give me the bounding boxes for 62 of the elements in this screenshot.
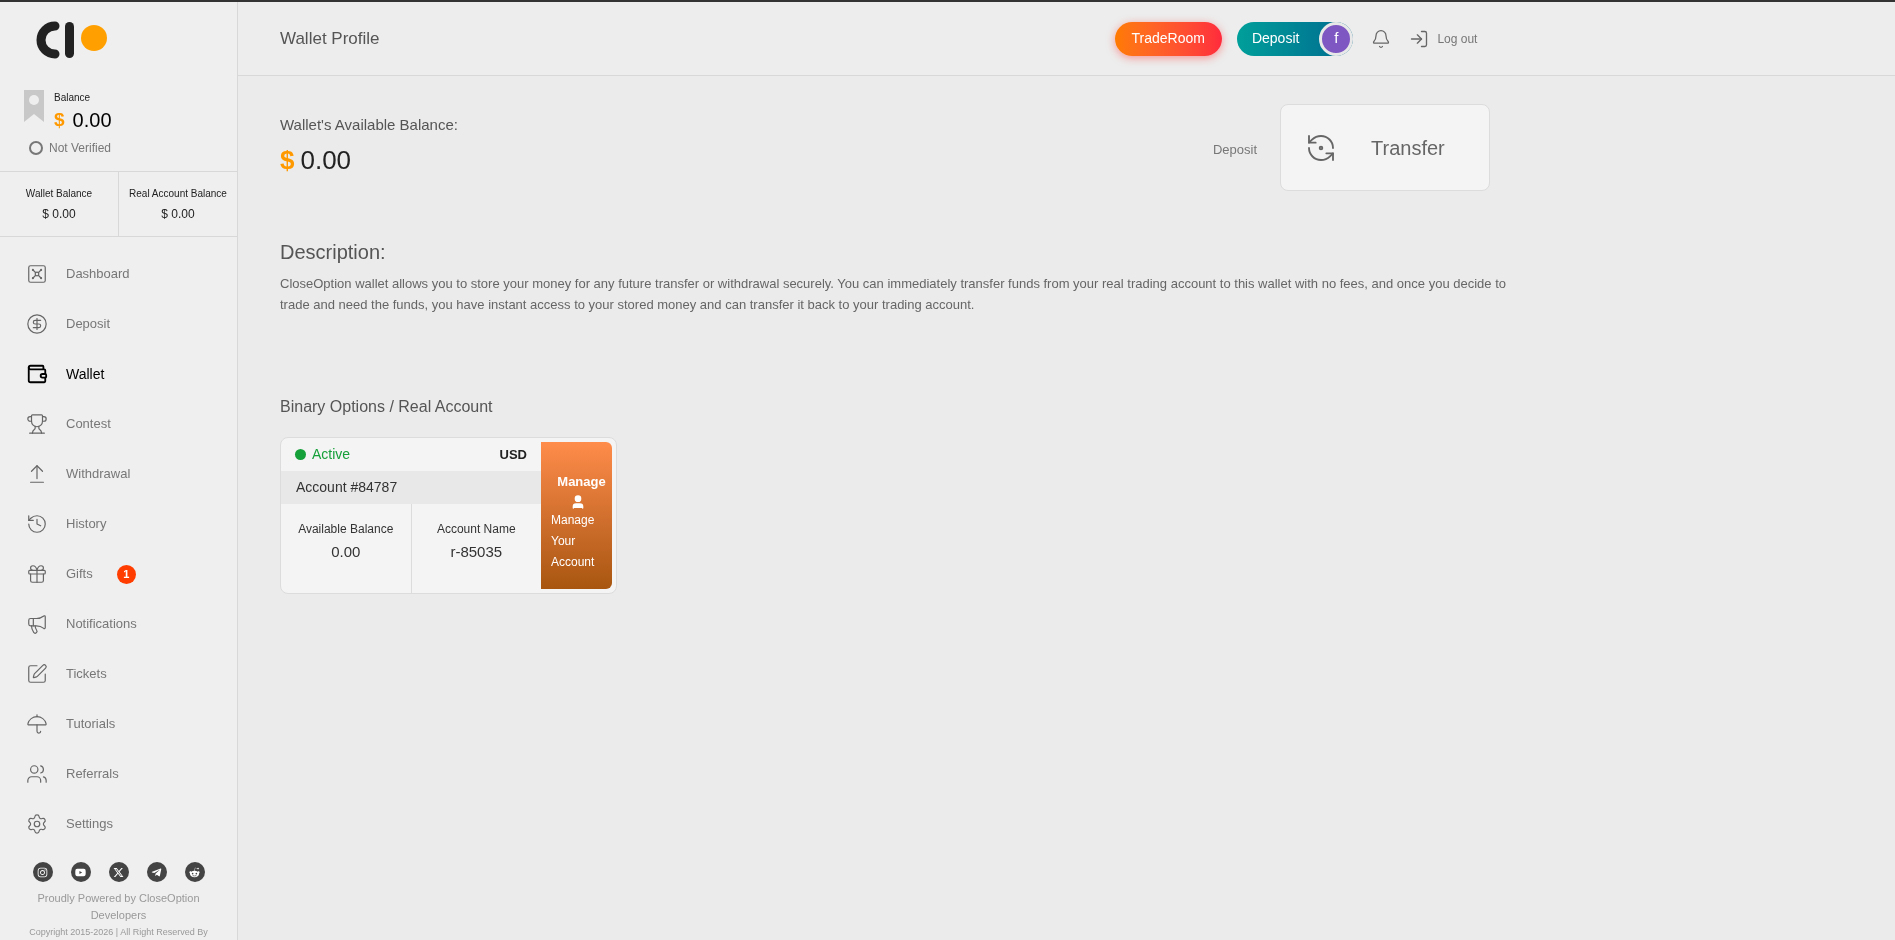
notification-bell-icon[interactable]: [1371, 28, 1392, 49]
nav-item[interactable]: Tickets: [0, 649, 237, 699]
wallet-balance-label: Wallet's Available Balance:: [280, 115, 458, 135]
field-label: Available Balance: [298, 521, 394, 538]
balance-value: $ 0.00: [161, 205, 195, 223]
nav-item[interactable]: Tutorials: [0, 699, 237, 749]
balance-title: Real Account Balance: [129, 186, 227, 201]
nav-item[interactable]: Deposit: [0, 299, 237, 349]
x-icon[interactable]: [108, 862, 129, 882]
nav-item[interactable]: Wallet: [0, 349, 237, 399]
nav-item[interactable]: Gifts 1: [0, 549, 237, 599]
users-icon: [26, 763, 48, 785]
field-value: 0.00: [331, 542, 361, 562]
trophy-icon: [26, 413, 48, 435]
logout-link[interactable]: Log out: [1409, 28, 1478, 49]
description-title: Description:: [280, 240, 387, 265]
logout-icon: [1409, 28, 1430, 49]
wallet-icon: [26, 363, 48, 385]
avatar[interactable]: f: [1319, 21, 1354, 56]
nav-item[interactable]: Contest: [0, 399, 237, 449]
nav-item[interactable]: Withdrawal: [0, 449, 237, 499]
settings-icon: [26, 813, 48, 835]
umbrella-icon: [26, 713, 48, 735]
transfer-button[interactable]: Transfer: [1280, 104, 1490, 191]
field-label: Account Name: [436, 521, 516, 538]
currency-sign: $: [54, 107, 65, 132]
copyright-text: Copyright 2015-2026 | All Right Reserved By: [29, 926, 208, 938]
nav-item[interactable]: Settings: [0, 799, 237, 849]
wallet-balance-amount: 0.00: [300, 143, 352, 177]
page-title: Wallet Profile: [280, 27, 380, 50]
account-number: Account #84787: [296, 478, 398, 497]
description-text: CloseOption wallet allows you to store your money for any future transfer or withdrawal securely. You can immediately transfer funds from your real trading account to this wallet with no fees, and once you decide to trade and need the funds, you have instant access to your stored money and can transfer it back to your trading account.: [280, 275, 1507, 314]
balance-amount: 0.00: [72, 108, 112, 133]
traderoom-button[interactable]: TradeRoom: [1114, 21, 1222, 56]
youtube-icon[interactable]: [70, 862, 91, 882]
gift-icon: [26, 563, 48, 585]
telegram-icon[interactable]: [146, 862, 167, 882]
dollar-coin-icon: [26, 313, 48, 335]
reddit-icon[interactable]: [184, 862, 205, 882]
megaphone-icon: [26, 613, 48, 635]
nav-item[interactable]: Referrals: [0, 749, 237, 799]
section-title: Binary Options / Real Account: [280, 397, 494, 417]
powered-by-text: Proudly Powered by CloseOption Developers: [36, 891, 201, 923]
currency-label: USD: [499, 445, 527, 464]
balance-value: $ 0.00: [42, 205, 76, 223]
deposit-button[interactable]: Deposit f: [1236, 21, 1354, 56]
field-value: r-85035: [450, 542, 503, 562]
instagram-icon[interactable]: [32, 862, 53, 882]
nav-item[interactable]: Dashboard: [0, 249, 237, 299]
manage-account-button[interactable]: Manage Manage Your Account: [541, 442, 612, 589]
history-icon: [26, 513, 48, 535]
balance-label: Balance: [54, 91, 92, 105]
nav-item[interactable]: Notifications: [0, 599, 237, 649]
count-badge: 1: [116, 564, 136, 584]
currency-sign: $: [280, 143, 295, 177]
deposit-link[interactable]: Deposit: [1212, 140, 1257, 160]
nav-item[interactable]: History: [0, 499, 237, 549]
pen-square-icon: [26, 663, 48, 685]
verification-status: Not Verified: [49, 140, 112, 157]
balance-title: Wallet Balance: [25, 186, 93, 201]
ribbon-icon: [24, 90, 44, 122]
status-label: Active: [312, 445, 351, 464]
